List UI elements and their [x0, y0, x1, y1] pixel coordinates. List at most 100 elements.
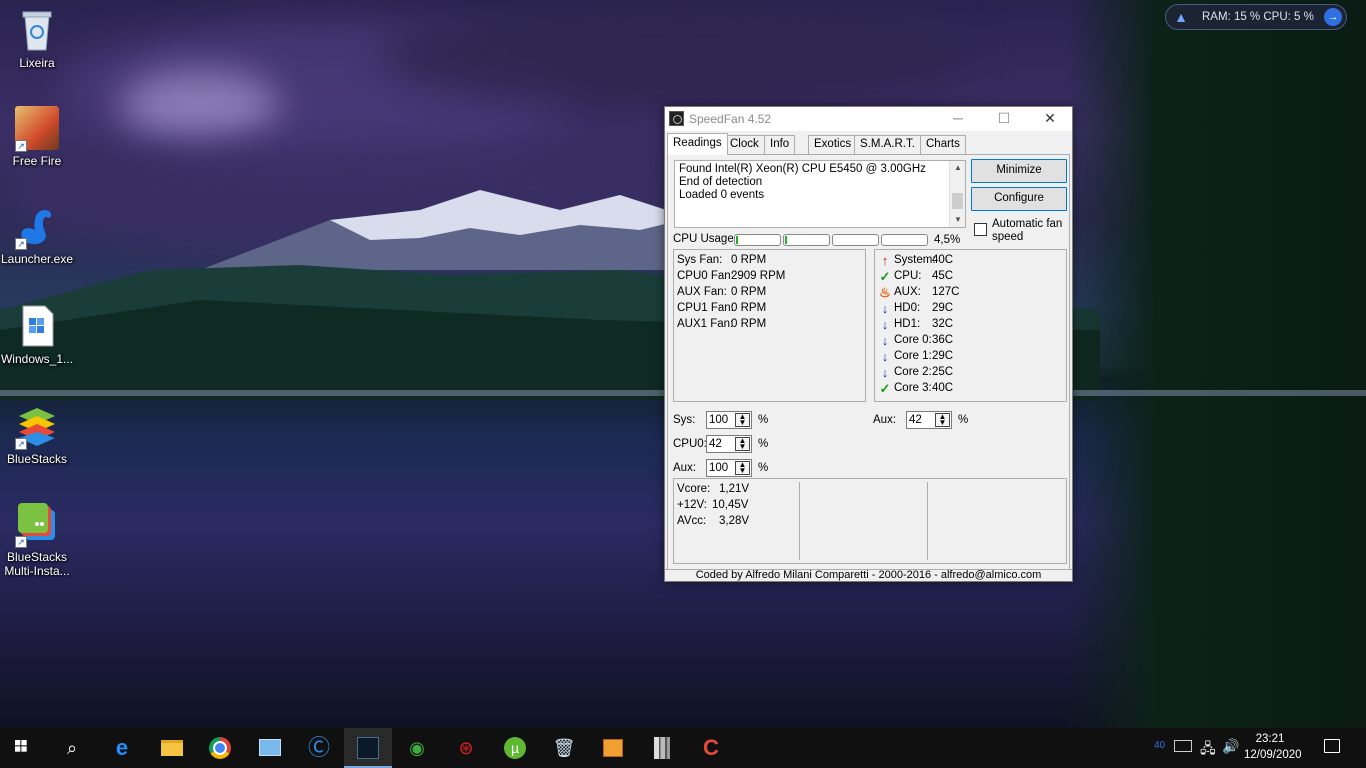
bluestacks-multi-icon: ↗ [15, 502, 59, 548]
taskbar-search[interactable]: ⌕ [48, 728, 96, 768]
column-divider [927, 482, 928, 560]
cpu-core-bar [734, 234, 781, 246]
temp-name: CPU: [894, 270, 922, 282]
ccleaner-blue-icon: Ⓒ [307, 735, 330, 760]
tab-readings[interactable]: Readings [667, 133, 728, 155]
configure-button[interactable]: Configure [971, 187, 1067, 211]
percent-sign: % [758, 462, 769, 474]
check-icon: ✓ [879, 269, 891, 284]
temp-name: HD1: [894, 318, 921, 330]
check-icon: ✓ [879, 381, 891, 396]
gpu-monitor-icon [1174, 740, 1192, 752]
system-monitor-widget[interactable]: ▲ RAM: 15 % CPU: 5 % → [1165, 4, 1347, 30]
taskbar-recycle-tool[interactable]: 🗑 [540, 728, 588, 768]
scroll-down-icon[interactable]: ▼ [950, 213, 966, 227]
taskbar-sticks-app[interactable] [638, 728, 686, 768]
recycle-bin-icon [15, 8, 59, 52]
clock-time: 23:21 [1255, 733, 1285, 745]
status-bar: Coded by Alfredo Milani Comparetti - 200… [665, 569, 1072, 581]
taskbar-package-app[interactable] [589, 728, 637, 768]
taskbar-ccleaner[interactable]: Ⓒ [295, 728, 343, 768]
tab-exotics[interactable]: Exotics [808, 135, 858, 154]
voltages-box: Vcore: 1,21V +12V: 10,45V AVcc: 3,28V [673, 478, 1067, 564]
arrow-down-icon: ↓ [881, 301, 889, 316]
fan-value: 0 RPM [731, 254, 767, 266]
percent-sign: % [758, 414, 769, 426]
aux-speed-label: Aux: [673, 462, 697, 474]
arrow-down-icon: ↓ [881, 333, 889, 348]
trash-can-icon: 🗑 [552, 738, 576, 758]
tab-clock[interactable]: Clock [724, 135, 765, 154]
maximize-window-button[interactable]: ☐ [981, 107, 1027, 131]
start-button[interactable] [0, 728, 48, 768]
temp-name: Core 2: [894, 366, 932, 378]
aux-speed-stepper-right[interactable]: 42 ▲ ▼ [906, 411, 952, 429]
speedfan-window[interactable]: SpeedFan 4.52 ─ ☐ ✕ Readings Clock Info … [664, 106, 1073, 582]
spin-arrows-icon[interactable]: ▲ ▼ [735, 437, 750, 451]
control-panel-icon [258, 736, 282, 760]
taskbar-utorrent[interactable]: µ [491, 728, 539, 768]
taskbar-clock[interactable]: 23:21 12/09/2020 [1244, 731, 1302, 763]
taskbar-file-explorer[interactable] [148, 728, 196, 768]
title-bar[interactable]: SpeedFan 4.52 ─ ☐ ✕ [665, 107, 1072, 131]
temp-value: 40C [932, 382, 954, 394]
tab-info[interactable]: Info [764, 135, 796, 154]
taskbar-speedfan[interactable] [344, 728, 392, 768]
shortcut-arrow-icon: ↗ [15, 140, 27, 152]
fan-name: CPU1 Fan: [677, 302, 734, 314]
rocket-icon: ▲ [1174, 9, 1188, 25]
cpu0-speed-label: CPU0: [673, 438, 707, 450]
taskbar-antivirus[interactable]: ⊛ [442, 728, 490, 768]
event-log[interactable]: Found Intel(R) Xeon(R) CPU E5450 @ 3.00G… [674, 160, 966, 228]
minimize-window-button[interactable]: ─ [935, 107, 981, 131]
taskbar-ccleaner-red[interactable]: C [687, 728, 735, 768]
chrome-icon [208, 736, 232, 760]
taskbar-control-panel[interactable] [246, 728, 294, 768]
desktop-icon-lixeira[interactable]: Lixeira [0, 8, 74, 70]
log-scrollbar[interactable]: ▲ ▼ [949, 161, 965, 227]
package-icon [601, 736, 625, 760]
desktop-icon-windows-file[interactable]: Windows_1... [0, 304, 74, 366]
arrow-right-icon[interactable]: → [1324, 8, 1342, 26]
cpu-core-bar [783, 234, 830, 246]
temp-name: Core 3: [894, 382, 932, 394]
aux-speed-stepper[interactable]: 100 ▲ ▼ [706, 459, 752, 477]
spin-arrows-icon[interactable]: ▲ ▼ [735, 413, 750, 427]
fan-value: 0 RPM [731, 318, 767, 330]
desktop-icon-bluestacks[interactable]: ↗ BlueStacks [0, 404, 74, 466]
fan-name: AUX Fan: [677, 286, 727, 298]
cpu0-speed-stepper[interactable]: 42 ▲ ▼ [706, 435, 752, 453]
close-window-button[interactable]: ✕ [1027, 107, 1073, 131]
desktop-icon-free-fire[interactable]: ↗ Free Fire [0, 106, 74, 168]
scroll-up-icon[interactable]: ▲ [950, 161, 966, 175]
shield-red-icon: ⊛ [458, 738, 474, 758]
speaker-icon: 🔊 [1222, 738, 1240, 754]
temp-name: AUX: [894, 286, 921, 298]
action-center-button[interactable] [1318, 728, 1348, 768]
desktop-icon-launcher[interactable]: ↗ Launcher.exe [0, 204, 74, 266]
scroll-thumb[interactable] [952, 193, 963, 209]
column-divider [799, 482, 800, 560]
fan-value: 0 RPM [731, 286, 767, 298]
free-fire-icon: ↗ [15, 106, 59, 152]
voltage-value: 3,28V [719, 515, 750, 527]
desktop-icon-bluestacks-multi[interactable]: ↗ BlueStacks Multi-Insta... [0, 502, 74, 578]
temp-name: Core 1: [894, 350, 932, 362]
taskbar-chrome[interactable] [196, 728, 244, 768]
arrow-up-icon: ↑ [881, 253, 889, 268]
voltage-value: 10,45V [712, 499, 749, 511]
windows-logo-icon [15, 740, 27, 752]
sys-speed-stepper[interactable]: 100 ▲ ▼ [706, 411, 752, 429]
tab-smart[interactable]: S.M.A.R.T. [854, 135, 921, 154]
fan-name: Sys Fan: [677, 254, 723, 266]
minimize-button[interactable]: Minimize [971, 159, 1067, 183]
automatic-fan-speed-checkbox[interactable] [974, 223, 987, 236]
temp-name: System: [894, 254, 936, 266]
taskbar-network-app[interactable]: ◉ [393, 728, 441, 768]
spin-arrows-icon[interactable]: ▲ ▼ [735, 461, 750, 475]
spin-arrows-icon[interactable]: ▲ ▼ [935, 413, 950, 427]
tab-charts[interactable]: Charts [920, 135, 966, 154]
automatic-fan-speed-label: Automatic fan speed [992, 218, 1063, 243]
windows-file-icon [15, 304, 59, 348]
taskbar-edge[interactable]: e [98, 728, 146, 768]
